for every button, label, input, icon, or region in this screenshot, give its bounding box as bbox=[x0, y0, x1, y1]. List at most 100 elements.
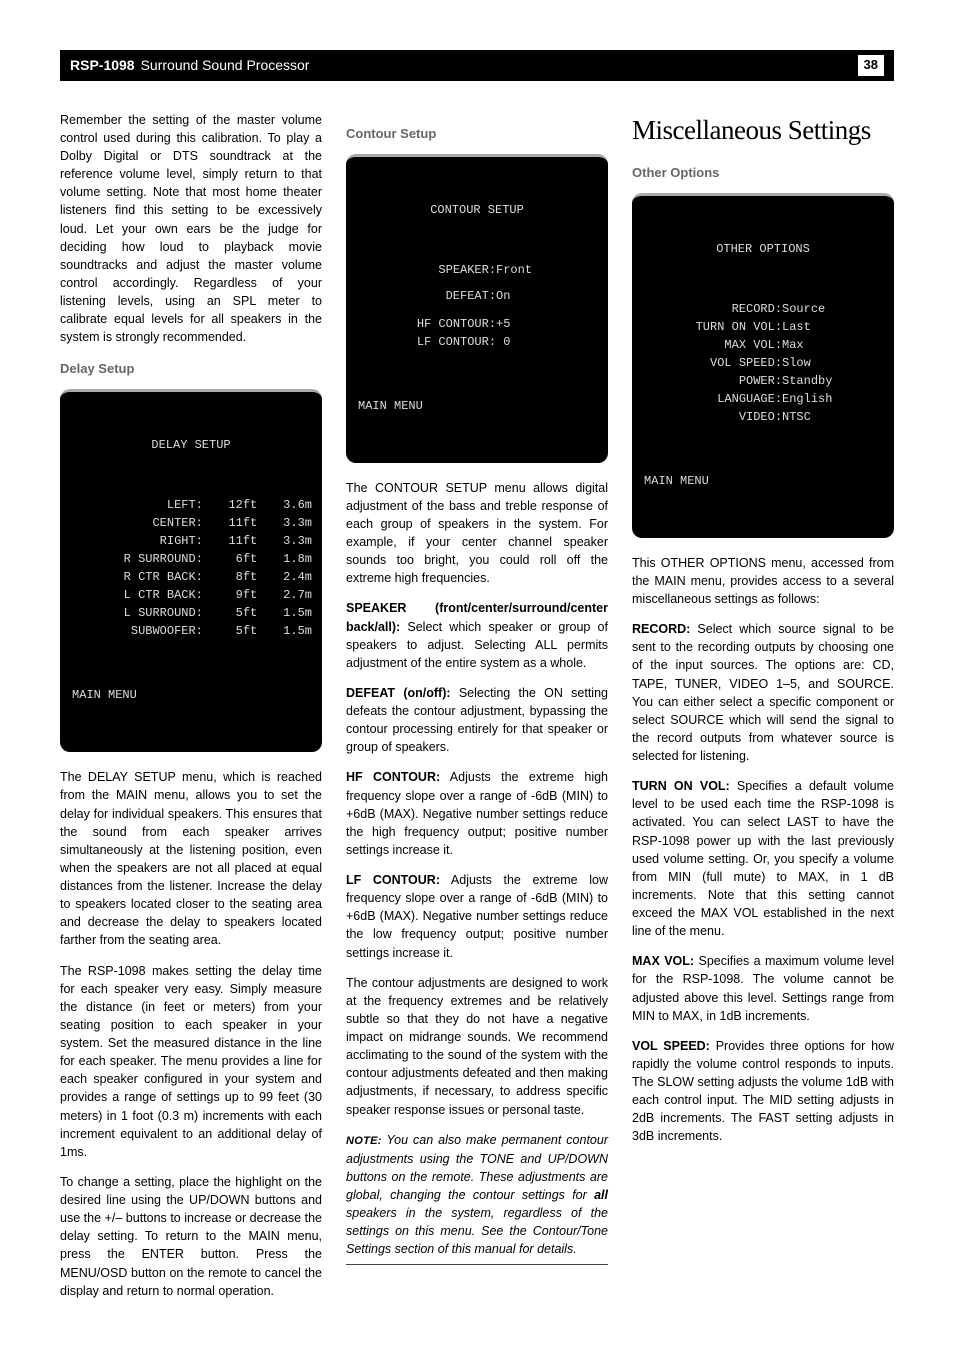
body-text: TURN ON VOL: Specifies a default volume … bbox=[632, 777, 894, 940]
osd-value-m: 2.4m bbox=[257, 568, 312, 586]
osd-value-m: 3.3m bbox=[257, 532, 312, 550]
osd-row: CENTER:11ft3.3m bbox=[72, 514, 310, 532]
osd-row: DEFEAT:On bbox=[358, 287, 596, 305]
body-text: The CONTOUR SETUP menu allows digital ad… bbox=[346, 479, 608, 588]
heading-contour-setup: Contour Setup bbox=[346, 125, 608, 144]
osd-label: LANGUAGE: bbox=[644, 390, 782, 408]
osd-rows: SPEAKER:Front DEFEAT:On HF CONTOUR:+5LF CO… bbox=[358, 261, 596, 351]
body-text: LF CONTOUR: Adjusts the extreme low freq… bbox=[346, 871, 608, 962]
osd-value-ft: 11ft bbox=[205, 514, 257, 532]
osd-value: Slow bbox=[782, 354, 882, 372]
body-text: DEFEAT (on/off): Selecting the ON settin… bbox=[346, 684, 608, 757]
osd-row: RIGHT:11ft3.3m bbox=[72, 532, 310, 550]
osd-row: L SURROUND:5ft1.5m bbox=[72, 604, 310, 622]
label-vol-speed: VOL SPEED: bbox=[632, 1039, 710, 1053]
body-text: To change a setting, place the highlight… bbox=[60, 1173, 322, 1300]
osd-value: Front bbox=[496, 261, 596, 279]
body-text: The DELAY SETUP menu, which is reached f… bbox=[60, 768, 322, 949]
osd-delay-setup: DELAY SETUP LEFT:12ft3.6mCENTER:11ft3.3m… bbox=[60, 389, 322, 752]
label-hf-contour: HF CONTOUR: bbox=[346, 770, 440, 784]
osd-value: NTSC bbox=[782, 408, 882, 426]
page-number: 38 bbox=[858, 55, 884, 76]
osd-label: VIDEO: bbox=[644, 408, 782, 426]
note-text: You can also make permanent contour adju… bbox=[346, 1133, 608, 1202]
body-text: The contour adjustments are designed to … bbox=[346, 974, 608, 1119]
osd-value: +5 bbox=[496, 315, 596, 333]
osd-label: MAX VOL: bbox=[644, 336, 782, 354]
osd-label: TURN ON VOL: bbox=[644, 318, 782, 336]
text: Select which source signal to be sent to… bbox=[632, 622, 894, 763]
note-text: speakers in the system, regardless of th… bbox=[346, 1206, 608, 1256]
note-label: NOTE: bbox=[346, 1135, 382, 1147]
osd-value-ft: 6ft bbox=[205, 550, 257, 568]
osd-main-menu: MAIN MENU bbox=[358, 397, 596, 415]
body-text: Remember the setting of the master volum… bbox=[60, 111, 322, 347]
osd-value: 0 bbox=[496, 333, 596, 351]
columns-wrapper: Remember the setting of the master volum… bbox=[60, 111, 894, 1312]
osd-label: RIGHT: bbox=[72, 532, 205, 550]
osd-row: LF CONTOUR: 0 bbox=[358, 333, 596, 351]
label-lf-contour: LF CONTOUR: bbox=[346, 873, 440, 887]
osd-value-ft: 8ft bbox=[205, 568, 257, 586]
osd-value-m: 3.6m bbox=[257, 496, 312, 514]
osd-rows: LEFT:12ft3.6mCENTER:11ft3.3mRIGHT:11ft3.… bbox=[72, 496, 310, 640]
osd-label: L CTR BACK: bbox=[72, 586, 205, 604]
osd-label: DEFEAT: bbox=[358, 287, 496, 305]
osd-row: HF CONTOUR:+5 bbox=[358, 315, 596, 333]
osd-value-m: 1.5m bbox=[257, 604, 312, 622]
product-model: RSP-1098 bbox=[70, 55, 135, 75]
osd-label: VOL SPEED: bbox=[644, 354, 782, 372]
osd-value-ft: 11ft bbox=[205, 532, 257, 550]
osd-contour-setup: CONTOUR SETUP SPEAKER:Front DEFEAT:On HF C… bbox=[346, 154, 608, 463]
osd-value-m: 2.7m bbox=[257, 586, 312, 604]
osd-value: Max bbox=[782, 336, 882, 354]
osd-value-ft: 5ft bbox=[205, 622, 257, 640]
column-2: Contour Setup CONTOUR SETUP SPEAKER:Fron… bbox=[346, 111, 608, 1312]
label-turn-on-vol: TURN ON VOL: bbox=[632, 779, 730, 793]
osd-label: SUBWOOFER: bbox=[72, 622, 205, 640]
body-text: VOL SPEED: Provides three options for ho… bbox=[632, 1037, 894, 1146]
column-1: Remember the setting of the master volum… bbox=[60, 111, 322, 1312]
osd-label: SPEAKER: bbox=[358, 261, 496, 279]
osd-row: SUBWOOFER:5ft1.5m bbox=[72, 622, 310, 640]
label-max-vol: MAX VOL: bbox=[632, 954, 694, 968]
osd-value-ft: 12ft bbox=[205, 496, 257, 514]
osd-label: HF CONTOUR: bbox=[358, 315, 496, 333]
label-record: RECORD: bbox=[632, 622, 690, 636]
osd-title: CONTOUR SETUP bbox=[358, 201, 596, 219]
osd-row: L CTR BACK:9ft2.7m bbox=[72, 586, 310, 604]
osd-row: POWER:Standby bbox=[644, 372, 882, 390]
osd-row: SPEAKER:Front bbox=[358, 261, 596, 279]
osd-row: VOL SPEED:Slow bbox=[644, 354, 882, 372]
osd-label: R SURROUND: bbox=[72, 550, 205, 568]
osd-value-ft: 5ft bbox=[205, 604, 257, 622]
osd-value: Last bbox=[782, 318, 882, 336]
product-subtitle: Surround Sound Processor bbox=[141, 55, 310, 75]
body-text: RECORD: Select which source signal to be… bbox=[632, 620, 894, 765]
osd-main-menu: MAIN MENU bbox=[644, 472, 882, 490]
label-defeat: DEFEAT (on/off): bbox=[346, 686, 451, 700]
column-3: Miscellaneous Settings Other Options OTH… bbox=[632, 111, 894, 1312]
osd-title: OTHER OPTIONS bbox=[644, 240, 882, 258]
osd-value-ft: 9ft bbox=[205, 586, 257, 604]
osd-rows: RECORD:SourceTURN ON VOL:LastMAX VOL:Max… bbox=[644, 300, 882, 426]
osd-row: RECORD:Source bbox=[644, 300, 882, 318]
osd-other-options: OTHER OPTIONS RECORD:SourceTURN ON VOL:L… bbox=[632, 193, 894, 538]
osd-row: R SURROUND:6ft1.8m bbox=[72, 550, 310, 568]
body-text: HF CONTOUR: Adjusts the extreme high fre… bbox=[346, 768, 608, 859]
body-text: The RSP-1098 makes setting the delay tim… bbox=[60, 962, 322, 1161]
osd-label: LF CONTOUR: bbox=[358, 333, 496, 351]
note-emphasis: all bbox=[594, 1188, 608, 1202]
osd-value-m: 1.8m bbox=[257, 550, 312, 568]
osd-value-m: 3.3m bbox=[257, 514, 312, 532]
osd-row: LEFT:12ft3.6m bbox=[72, 496, 310, 514]
heading-other-options: Other Options bbox=[632, 164, 894, 183]
osd-label: POWER: bbox=[644, 372, 782, 390]
osd-value: Standby bbox=[782, 372, 882, 390]
osd-title: DELAY SETUP bbox=[72, 436, 310, 454]
osd-label: L SURROUND: bbox=[72, 604, 205, 622]
osd-value: English bbox=[782, 390, 882, 408]
osd-row: VIDEO:NTSC bbox=[644, 408, 882, 426]
note-block: NOTE: You can also make permanent contou… bbox=[346, 1131, 608, 1266]
body-text: SPEAKER (front/center/surround/center ba… bbox=[346, 599, 608, 672]
